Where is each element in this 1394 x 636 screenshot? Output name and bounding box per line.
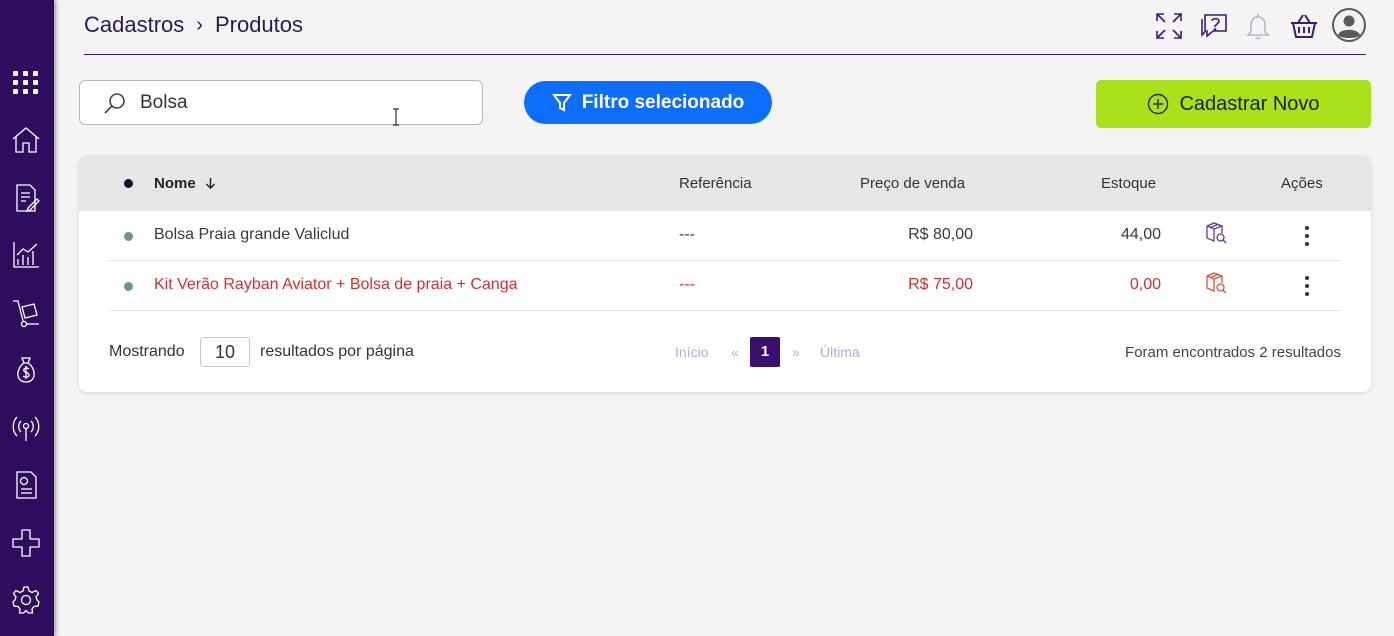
- home-icon: [12, 127, 40, 153]
- bell-icon: [1246, 14, 1270, 40]
- filter-button[interactable]: Filtro selecionado: [524, 81, 772, 124]
- breadcrumb-current: Produtos: [214, 12, 304, 37]
- column-header-actions: Ações: [1281, 175, 1323, 192]
- report-icon: [16, 471, 37, 499]
- product-name[interactable]: Bolsa Praia grande Valiclud: [154, 226, 349, 244]
- add-new-button[interactable]: Cadastrar Novo: [1096, 80, 1371, 128]
- expand-icon: [1156, 13, 1182, 39]
- notifications-button[interactable]: [1241, 9, 1275, 43]
- sidebar: [0, 0, 54, 636]
- status-column-dot: [124, 179, 133, 188]
- user-avatar-button[interactable]: [1331, 7, 1367, 43]
- sidebar-item-broadcast[interactable]: [8, 410, 44, 446]
- table-row[interactable]: Kit Verão Rayban Aviator + Bolsa de prai…: [109, 261, 1341, 311]
- sidebar-item-fiscal[interactable]: [8, 467, 44, 503]
- document-edit-icon: [16, 184, 40, 213]
- products-table-card: Nome Referência Preço de venda Estoque A…: [79, 156, 1371, 392]
- top-header: Cadastros › Produtos: [84, 0, 1366, 55]
- sidebar-item-reports[interactable]: [8, 237, 44, 273]
- pagination-prev[interactable]: «: [731, 344, 739, 360]
- product-stock: 44,00: [1120, 226, 1161, 243]
- search-box: [79, 80, 483, 126]
- sidebar-item-finance[interactable]: [8, 352, 44, 388]
- table-footer: Mostrando 10 resultados por página Iníci…: [109, 337, 1341, 369]
- box-search-icon: [1206, 272, 1227, 294]
- filter-button-label: Filtro selecionado: [581, 91, 745, 113]
- status-dot: [124, 232, 133, 241]
- pagination-current-page[interactable]: 1: [750, 337, 780, 367]
- text-cursor-icon: [393, 108, 399, 126]
- breadcrumb-separator: ›: [196, 13, 203, 36]
- table-header: Nome Referência Preço de venda Estoque A…: [79, 156, 1371, 211]
- sidebar-item-home[interactable]: [8, 122, 44, 158]
- breadcrumb: Cadastros › Produtos: [84, 12, 303, 38]
- chart-icon: [13, 242, 39, 268]
- product-name[interactable]: Kit Verão Rayban Aviator + Bolsa de prai…: [154, 276, 518, 294]
- product-stock: 0,00: [1129, 276, 1161, 293]
- column-header-price[interactable]: Preço de venda: [860, 175, 965, 192]
- results-count: Foram encontrados 2 resultados: [1125, 344, 1341, 361]
- plus-circle-icon: [1148, 93, 1169, 115]
- sidebar-item-settings[interactable]: [8, 582, 44, 618]
- search-icon: [104, 93, 125, 114]
- per-page-input[interactable]: 10: [200, 337, 250, 367]
- status-dot: [124, 282, 133, 291]
- apps-grid-icon: [13, 71, 38, 94]
- filter-icon: [551, 93, 572, 112]
- sidebar-item-logistics[interactable]: [8, 295, 44, 331]
- column-header-reference[interactable]: Referência: [679, 175, 752, 192]
- money-bag-icon: [17, 357, 35, 383]
- column-header-name[interactable]: Nome: [154, 175, 216, 192]
- add-new-button-label: Cadastrar Novo: [1179, 92, 1320, 115]
- gear-icon: [12, 586, 40, 614]
- user-avatar-icon: [1332, 8, 1366, 42]
- stock-details-button[interactable]: [1204, 221, 1228, 245]
- stock-details-button[interactable]: [1204, 271, 1228, 295]
- breadcrumb-parent[interactable]: Cadastros: [84, 12, 184, 38]
- search-input[interactable]: [140, 89, 460, 117]
- pagination-first[interactable]: Início: [675, 344, 708, 360]
- fullscreen-button[interactable]: [1152, 9, 1186, 43]
- help-button[interactable]: [1197, 9, 1231, 43]
- row-actions-menu-button[interactable]: [1297, 224, 1317, 248]
- hand-truck-icon: [13, 300, 39, 328]
- sort-arrow-down-icon: [205, 178, 216, 190]
- column-header-name-label: Nome: [154, 175, 196, 192]
- box-search-icon: [1206, 222, 1227, 244]
- basket-button[interactable]: [1287, 9, 1321, 43]
- integrations-icon: [12, 529, 40, 557]
- showing-label: Mostrando: [109, 343, 185, 360]
- sidebar-item-apps[interactable]: [8, 64, 44, 100]
- help-icon: [1201, 14, 1227, 38]
- column-header-stock[interactable]: Estoque: [1101, 175, 1156, 192]
- product-price: R$ 80,00: [908, 226, 973, 243]
- pagination-next[interactable]: »: [792, 344, 800, 360]
- table-row[interactable]: Bolsa Praia grande Valiclud --- R$ 80,00…: [109, 211, 1341, 261]
- broadcast-icon: [12, 416, 40, 441]
- per-page-label: resultados por página: [260, 343, 414, 360]
- basket-icon: [1291, 14, 1317, 38]
- sidebar-item-documents[interactable]: [8, 180, 44, 216]
- product-reference: ---: [679, 276, 695, 293]
- row-actions-menu-button[interactable]: [1297, 274, 1317, 298]
- sidebar-item-integrations[interactable]: [8, 525, 44, 561]
- product-price: R$ 75,00: [908, 276, 973, 293]
- pagination-last[interactable]: Última: [820, 344, 860, 360]
- product-reference: ---: [679, 226, 695, 243]
